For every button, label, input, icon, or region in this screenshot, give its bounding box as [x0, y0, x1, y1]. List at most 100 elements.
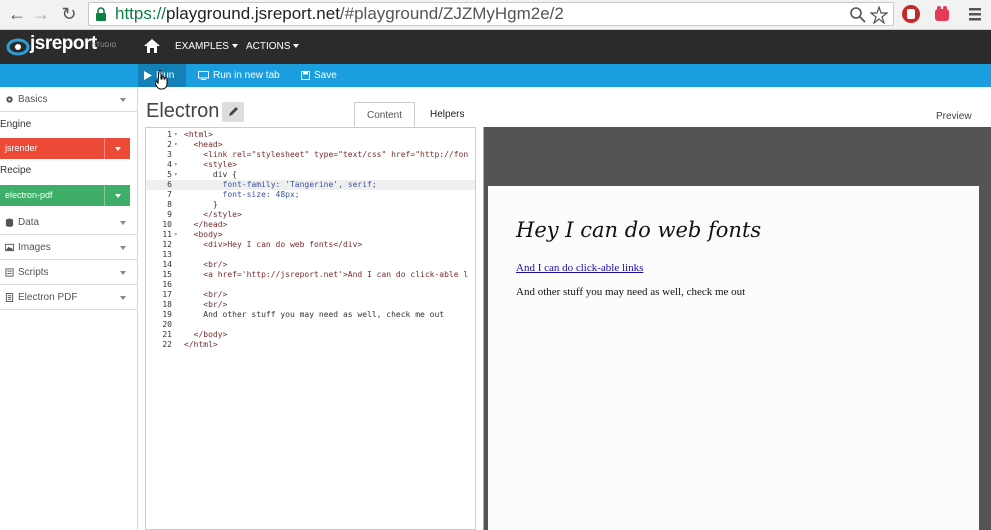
code-text: </body>: [184, 330, 228, 339]
preview-label: Preview: [936, 111, 972, 122]
code-text: <br/>: [184, 300, 228, 309]
address-bar[interactable]: https://playground.jsreport.net/#playgro…: [88, 2, 894, 26]
section-data-label: Data: [18, 217, 40, 228]
code-line[interactable]: 2 ▾ <head>: [146, 140, 475, 150]
extension-icon[interactable]: [932, 4, 952, 24]
code-text: <body>: [184, 230, 223, 239]
preview-link[interactable]: And I can do click-able links: [516, 262, 643, 274]
section-images[interactable]: Images: [0, 235, 137, 260]
lock-icon: [96, 7, 106, 21]
code-line[interactable]: 18 <br/>: [146, 300, 475, 310]
app-header: jsreport STUDIO EXAMPLES ACTIONS: [0, 30, 991, 64]
script-icon: [5, 268, 14, 277]
chevron-down-icon: [120, 246, 126, 250]
code-line[interactable]: 5 ▾ div {: [146, 170, 475, 180]
code-line[interactable]: 21 </body>: [146, 330, 475, 340]
code-text: <html>: [184, 130, 213, 139]
chevron-down-icon: [120, 98, 126, 102]
section-basics[interactable]: Basics: [0, 87, 137, 112]
code-text: font-size: 48px;: [184, 190, 300, 199]
run-new-tab-button[interactable]: Run in new tab: [192, 64, 286, 87]
code-line[interactable]: 12 <div>Hey I can do web fonts</div>: [146, 240, 475, 250]
code-editor[interactable]: 1 ▾ <html> 2 ▾ <head> 3 <link rel="stylesheet…: [145, 127, 476, 530]
code-text: </style>: [184, 210, 242, 219]
menu-examples[interactable]: EXAMPLES: [175, 41, 238, 52]
tab-helpers[interactable]: Helpers: [418, 102, 476, 127]
jsreport-logo-icon: [6, 38, 30, 56]
code-line[interactable]: 7 font-size: 48px;: [146, 190, 475, 200]
rename-button[interactable]: [222, 102, 244, 122]
code-text: <a href='http://jsreport.net'>And I can …: [184, 270, 469, 279]
line-number: 13: [162, 250, 172, 259]
menu-actions[interactable]: ACTIONS: [246, 41, 300, 52]
code-line[interactable]: 13: [146, 250, 475, 260]
code-line[interactable]: 3 <link rel="stylesheet" type="text/css"…: [146, 150, 475, 160]
tab-content[interactable]: Content: [354, 102, 416, 127]
line-number: 3: [167, 150, 172, 159]
section-electron-pdf[interactable]: Electron PDF: [0, 285, 137, 310]
code-line[interactable]: 22 </html>: [146, 340, 475, 350]
fold-arrow-icon[interactable]: ▾: [174, 230, 178, 240]
home-icon[interactable]: [144, 39, 160, 53]
fold-arrow-icon[interactable]: ▾: [174, 130, 178, 140]
code-line[interactable]: 11 ▾ <body>: [146, 230, 475, 240]
code-line[interactable]: 6 font-family: 'Tangerine', serif;: [146, 180, 475, 190]
section-electron-pdf-label: Electron PDF: [18, 292, 78, 303]
code-line[interactable]: 16: [146, 280, 475, 290]
reload-icon[interactable]: ↻: [58, 3, 80, 25]
template-name: Electron: [146, 100, 220, 122]
save-label: Save: [314, 70, 337, 81]
chevron-down-icon: [120, 271, 126, 275]
code-line[interactable]: 17 <br/>: [146, 290, 475, 300]
line-number: 20: [162, 320, 172, 329]
gear-icon: [6, 96, 13, 103]
save-button[interactable]: Save: [295, 64, 343, 87]
fold-arrow-icon[interactable]: ▾: [174, 140, 178, 150]
zoom-icon[interactable]: [849, 6, 867, 24]
code-line[interactable]: 4 ▾ <style>: [146, 160, 475, 170]
line-number: 7: [167, 190, 172, 199]
chevron-down-icon: [120, 221, 126, 225]
stop-extension-icon[interactable]: [901, 4, 921, 24]
line-number: 19: [162, 310, 172, 319]
code-line[interactable]: 14 <br/>: [146, 260, 475, 270]
code-line[interactable]: 10 </head>: [146, 220, 475, 230]
data-icon: [5, 218, 14, 227]
section-scripts-label: Scripts: [18, 267, 49, 278]
code-text: <head>: [184, 140, 223, 149]
code-text: </html>: [184, 340, 218, 349]
section-images-label: Images: [18, 242, 51, 253]
properties-panel: Basics Engine jsrender Recipe electron-p…: [0, 87, 138, 530]
section-data[interactable]: Data: [0, 210, 137, 235]
code-line[interactable]: 1 ▾ <html>: [146, 130, 475, 140]
recipe-select[interactable]: electron-pdf: [0, 185, 130, 206]
line-number: 22: [162, 340, 172, 349]
code-line[interactable]: 20: [146, 320, 475, 330]
code-text: font-family: 'Tangerine', serif;: [184, 180, 377, 189]
code-line[interactable]: 15 <a href='http://jsreport.net'>And I c…: [146, 270, 475, 280]
code-line[interactable]: 19 And other stuff you may need as well,…: [146, 310, 475, 320]
code-text: <style>: [184, 160, 237, 169]
line-number: 5: [167, 170, 172, 179]
bookmark-star-icon[interactable]: [870, 6, 888, 24]
section-basics-label: Basics: [18, 94, 48, 105]
fold-arrow-icon[interactable]: ▾: [174, 160, 178, 170]
code-line[interactable]: 8 }: [146, 200, 475, 210]
code-text: </head>: [184, 220, 228, 229]
section-scripts[interactable]: Scripts: [0, 260, 137, 285]
back-arrow-icon[interactable]: ←: [6, 3, 28, 25]
menu-icon[interactable]: [965, 4, 985, 24]
code-text: <div>Hey I can do web fonts</div>: [184, 240, 363, 249]
forward-arrow-icon[interactable]: →: [30, 3, 52, 25]
code-line[interactable]: 9 </style>: [146, 210, 475, 220]
code-text: div {: [184, 170, 237, 179]
line-number: 16: [162, 280, 172, 289]
engine-value: jsrender: [5, 143, 38, 153]
line-number: 4: [167, 160, 172, 169]
chevron-down-icon: [120, 296, 126, 300]
action-toolbar: Run Run in new tab Save: [0, 64, 991, 87]
engine-select[interactable]: jsrender: [0, 138, 130, 159]
menu-actions-label: ACTIONS: [246, 41, 291, 52]
divider: [104, 185, 105, 206]
fold-arrow-icon[interactable]: ▾: [174, 170, 178, 180]
